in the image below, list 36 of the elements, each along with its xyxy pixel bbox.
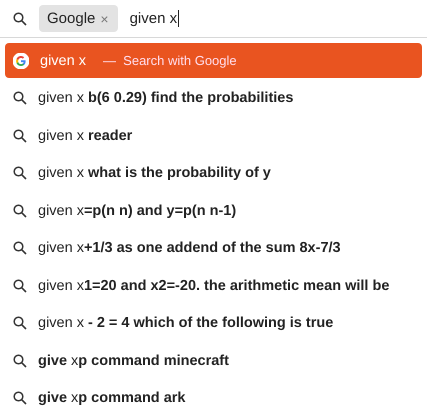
- suggestion-text: given x+1/3 as one addend of the sum 8x-7/3: [38, 240, 341, 256]
- google-logo-icon: [13, 52, 29, 68]
- suggestion-text: give xp command ark: [38, 390, 186, 406]
- suggestion-text: given x what is the probability of y: [38, 165, 271, 181]
- suggestion-row[interactable]: given x=p(n n) and y=p(n n-1): [5, 193, 422, 228]
- suggestion-row[interactable]: given x b(6 0.29) find the probabilities: [5, 80, 422, 116]
- suggestion-text: given x - 2 = 4 which of the following is true: [38, 315, 334, 331]
- search-icon: [13, 278, 27, 292]
- search-icon: [13, 91, 27, 105]
- engine-name: Google: [47, 10, 96, 27]
- search-icon: [13, 391, 27, 405]
- search-field[interactable]: given x: [130, 10, 178, 27]
- suggestion-row[interactable]: given x - 2 = 4 which of the following is true: [5, 306, 422, 340]
- suggestion-row[interactable]: given x1=20 and x2=-20. the arithmetic mean will be: [5, 268, 422, 303]
- suggestion-row[interactable]: given x+1/3 as one addend of the sum 8x-7/3: [5, 230, 422, 266]
- search-icon: [13, 166, 27, 180]
- suggestion-row[interactable]: given x what is the probability of y: [5, 156, 422, 190]
- search-icon: [13, 12, 27, 26]
- search-icon: [13, 241, 27, 255]
- suggestion-row[interactable]: give xp command minecraft: [5, 343, 422, 378]
- suggestion-text: given x1=20 and x2=-20. the arithmetic mean will be: [38, 278, 390, 294]
- suggestion-row[interactable]: give xp command ark: [5, 380, 422, 416]
- search-icon: [13, 354, 27, 368]
- search-with-label: — Search with Google: [102, 53, 237, 68]
- suggestion-text: give xp command minecraft: [38, 352, 229, 368]
- remove-chip-button[interactable]: ×: [100, 10, 109, 26]
- suggestion-text: given x reader: [38, 128, 132, 144]
- search-icon: [13, 204, 27, 218]
- suggestion-text: given x=p(n n) and y=p(n n-1): [38, 202, 236, 218]
- suggestion-row[interactable]: given x — Search with Google: [5, 43, 422, 78]
- search-icon: [13, 316, 27, 330]
- search-icon: [13, 128, 27, 142]
- search-engine-chip[interactable]: Google ×: [39, 5, 118, 32]
- suggestion-row[interactable]: given x reader: [5, 118, 422, 153]
- suggestion-text: given x: [40, 52, 86, 68]
- suggestion-text: given x b(6 0.29) find the probabilities: [38, 90, 294, 106]
